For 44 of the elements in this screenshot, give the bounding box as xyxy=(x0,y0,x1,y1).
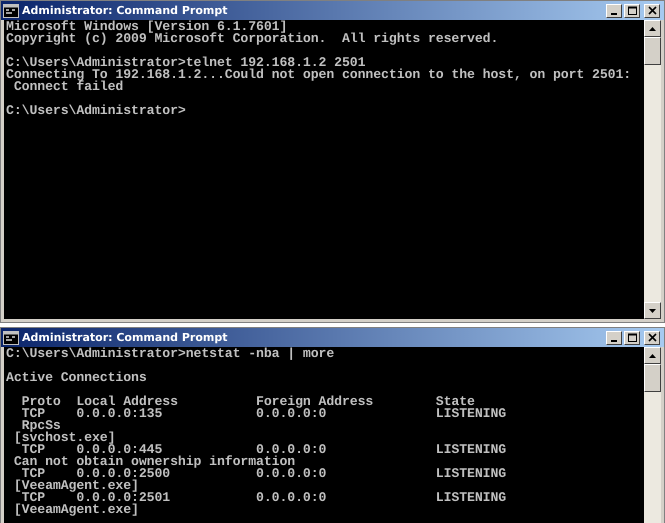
minimize-icon xyxy=(611,340,617,342)
console-line: Copyright (c) 2009 Microsoft Corporation. All rights reserved. xyxy=(6,33,500,45)
console-line: C:\Users\Administrator>telnet 192.168.1.2 2501 xyxy=(6,57,366,69)
console-icon xyxy=(3,4,19,18)
minimize-button[interactable] xyxy=(606,4,622,18)
console-line: Active Connections xyxy=(6,372,148,384)
console-line: Proto Local Address Foreign Address State xyxy=(20,396,475,408)
console-line: TCP 0.0.0.0:2501 0.0.0.0:0 LISTENING xyxy=(22,492,508,504)
up-arrow-icon xyxy=(649,26,656,30)
scrollbar-thumb[interactable] xyxy=(644,37,661,65)
maximize-icon xyxy=(628,6,636,15)
maximize-button[interactable] xyxy=(624,4,640,18)
console-line: Connect failed xyxy=(14,81,124,93)
up-arrow-icon xyxy=(649,354,656,358)
window-title: Administrator: Command Prompt xyxy=(22,331,228,344)
scroll-down-button[interactable] xyxy=(644,302,661,319)
close-button[interactable] xyxy=(644,330,660,344)
console-icon xyxy=(3,330,19,344)
scrollbar[interactable] xyxy=(644,347,661,523)
console-line: TCP 0.0.0.0:2500 0.0.0.0:0 LISTENING xyxy=(22,468,508,480)
close-icon xyxy=(648,6,656,15)
scrollbar-thumb[interactable] xyxy=(644,364,661,392)
maximize-icon xyxy=(628,333,636,342)
minimize-icon xyxy=(611,12,617,14)
console-line: [VeeamAgent.exe] xyxy=(12,480,139,492)
console-line: TCP 0.0.0.0:135 0.0.0.0:0 LISTENING xyxy=(20,408,508,420)
scroll-up-button[interactable] xyxy=(644,20,661,37)
console-line: [svchost.exe] xyxy=(12,432,116,444)
scroll-up-button[interactable] xyxy=(644,347,661,364)
minimize-button[interactable] xyxy=(606,330,622,344)
window-title: Administrator: Command Prompt xyxy=(22,4,228,17)
console-line: Can not obtain ownership information xyxy=(12,456,296,468)
close-icon xyxy=(648,333,656,342)
down-arrow-icon xyxy=(649,308,656,312)
maximize-button[interactable] xyxy=(624,330,640,344)
console-line: [VeeamAgent.exe] xyxy=(12,504,140,516)
console-line: TCP 0.0.0.0:445 0.0.0.0:0 LISTENING xyxy=(22,444,508,456)
console-line: RpcSs xyxy=(22,420,61,432)
console-line: Connecting To 192.168.1.2...Could not open connection to the host, on port 2501: xyxy=(6,69,632,81)
scrollbar[interactable] xyxy=(644,20,661,319)
close-button[interactable] xyxy=(644,4,660,18)
console-line: Microsoft Windows [Version 6.1.7601] xyxy=(6,21,288,33)
console-line: C:\Users\Administrator> xyxy=(6,105,187,117)
console-line: C:\Users\Administrator>netstat -nba | more xyxy=(6,348,336,360)
